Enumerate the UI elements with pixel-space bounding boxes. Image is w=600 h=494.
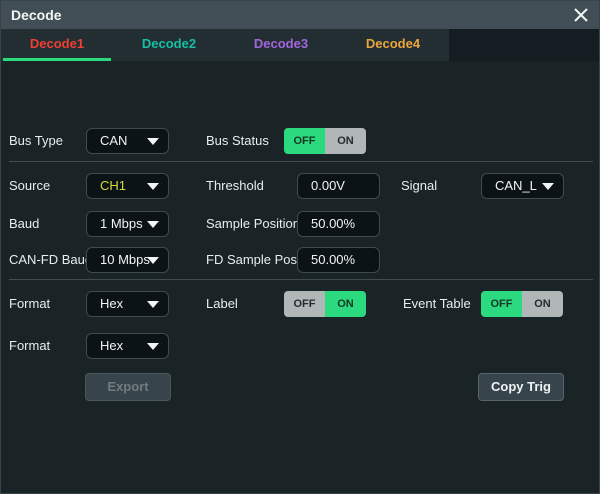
source-value: CH1 xyxy=(100,178,126,193)
section-divider xyxy=(9,279,593,280)
label-toggle-on[interactable]: ON xyxy=(325,291,366,317)
baud-label: Baud xyxy=(9,211,39,237)
canfd-baud-dropdown[interactable]: 10 Mbps xyxy=(86,247,169,273)
bus-type-label: Bus Type xyxy=(9,128,63,154)
sample-position-input[interactable]: 50.00% xyxy=(297,211,380,237)
format2-dropdown[interactable]: Hex xyxy=(86,333,169,359)
threshold-label: Threshold xyxy=(206,173,264,199)
tab-decode1-label: Decode1 xyxy=(30,36,84,51)
close-icon[interactable] xyxy=(569,4,593,26)
tab-decode3-label: Decode3 xyxy=(254,36,308,51)
event-table-on[interactable]: ON xyxy=(522,291,563,317)
format2-value: Hex xyxy=(100,338,123,353)
tab-decode2[interactable]: Decode2 xyxy=(113,29,225,61)
sample-position-label: Sample Position xyxy=(206,211,300,237)
label-toggle: OFF ON xyxy=(284,291,366,317)
threshold-value: 0.00V xyxy=(311,178,345,193)
sample-position-value: 50.00% xyxy=(311,216,355,231)
label-toggle-label: Label xyxy=(206,291,238,317)
dialog-title: Decode xyxy=(11,1,62,29)
baud-value: 1 Mbps xyxy=(100,216,143,231)
fd-sample-position-value: 50.00% xyxy=(311,252,355,267)
signal-label: Signal xyxy=(401,173,437,199)
tab-decode1[interactable]: Decode1 xyxy=(1,29,113,61)
tab-decode3[interactable]: Decode3 xyxy=(225,29,337,61)
bus-status-toggle: OFF ON xyxy=(284,128,366,154)
bus-type-value: CAN xyxy=(100,133,127,148)
event-table-off[interactable]: OFF xyxy=(481,291,522,317)
titlebar: Decode xyxy=(1,1,600,29)
tab-decode4[interactable]: Decode4 xyxy=(337,29,449,61)
tab-decode2-label: Decode2 xyxy=(142,36,196,51)
format-dropdown[interactable]: Hex xyxy=(86,291,169,317)
tab-bar: Decode1 Decode2 Decode3 Decode4 xyxy=(1,29,600,61)
baud-dropdown[interactable]: 1 Mbps xyxy=(86,211,169,237)
tab-decode4-label: Decode4 xyxy=(366,36,420,51)
signal-value: CAN_L xyxy=(495,178,537,193)
decode-dialog: Decode Decode1 Decode2 Decode3 Decode4 B… xyxy=(0,0,600,494)
source-dropdown[interactable]: CH1 xyxy=(86,173,169,199)
source-label: Source xyxy=(9,173,50,199)
decode-settings-panel: Bus Type CAN Bus Status OFF ON Source CH… xyxy=(1,61,600,494)
canfd-baud-label: CAN-FD Baud xyxy=(9,247,92,273)
bus-status-on[interactable]: ON xyxy=(325,128,366,154)
copy-trig-button[interactable]: Copy Trig xyxy=(478,373,564,401)
format2-label: Format xyxy=(9,333,50,359)
bus-type-dropdown[interactable]: CAN xyxy=(86,128,169,154)
bus-status-off[interactable]: OFF xyxy=(284,128,325,154)
section-divider xyxy=(9,161,593,162)
event-table-label: Event Table xyxy=(403,291,471,317)
fd-sample-position-input[interactable]: 50.00% xyxy=(297,247,380,273)
format-label: Format xyxy=(9,291,50,317)
format-value: Hex xyxy=(100,296,123,311)
canfd-baud-value: 10 Mbps xyxy=(100,252,150,267)
export-button[interactable]: Export xyxy=(85,373,171,401)
bus-status-label: Bus Status xyxy=(206,128,269,154)
signal-dropdown[interactable]: CAN_L xyxy=(481,173,564,199)
label-toggle-off[interactable]: OFF xyxy=(284,291,325,317)
event-table-toggle: OFF ON xyxy=(481,291,563,317)
threshold-input[interactable]: 0.00V xyxy=(297,173,380,199)
